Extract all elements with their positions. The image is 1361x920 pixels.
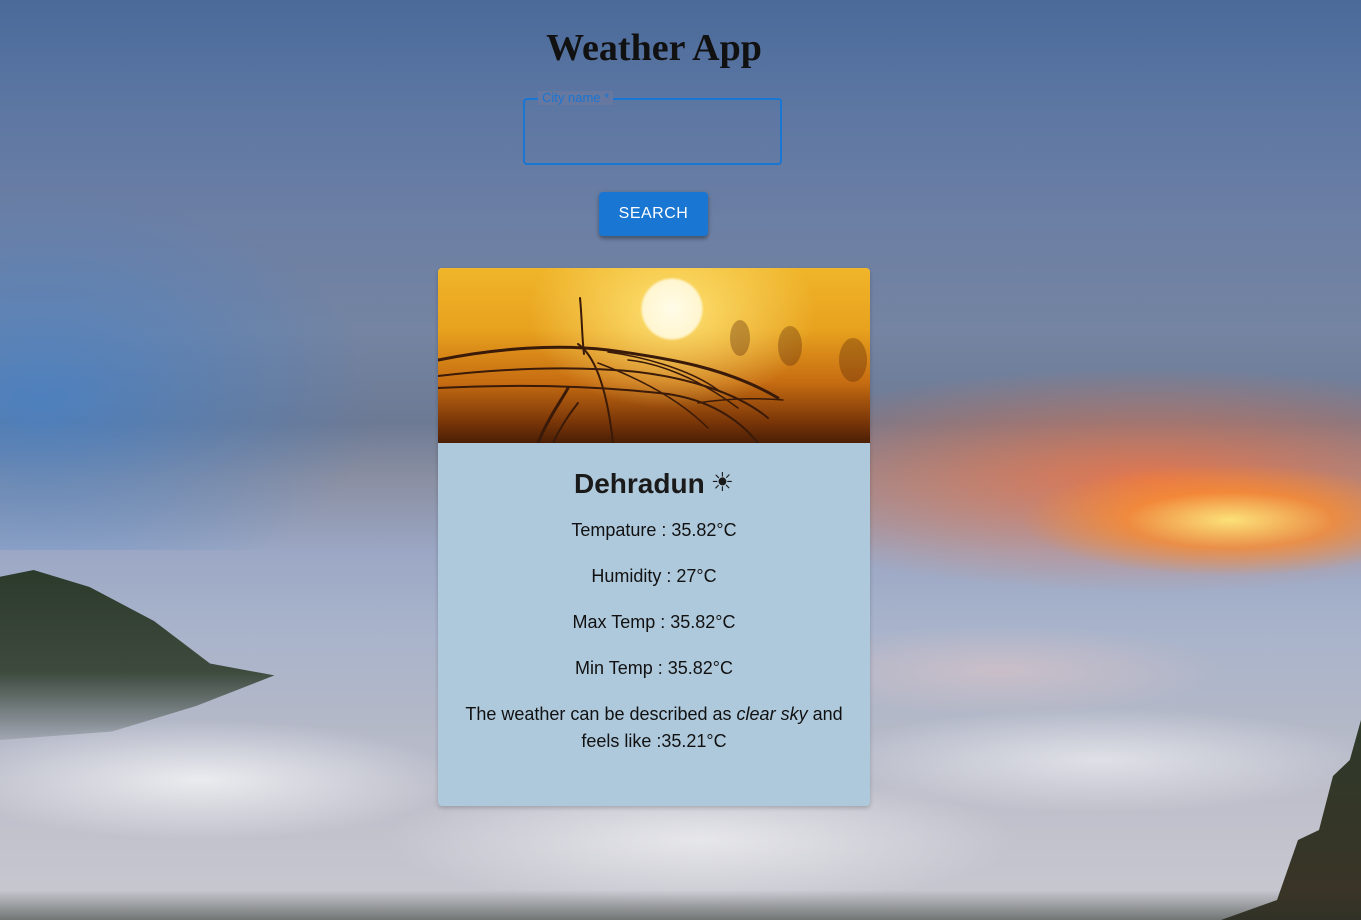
temperature-text: Tempature : 35.82°C — [571, 520, 737, 540]
city-name-input[interactable] — [525, 100, 780, 163]
page-title: Weather App — [546, 27, 762, 69]
humidity-text: Humidity : 27°C — [591, 566, 717, 586]
city-name: Dehradun — [574, 468, 705, 499]
weather-description: The weather can be described as clear sk… — [464, 701, 844, 755]
weather-card-body: Dehradun ☀ Tempature : 35.82°C Humidity :… — [438, 465, 870, 755]
max-temp-text: Max Temp : 35.82°C — [572, 612, 736, 632]
min-temp-text: Min Temp : 35.82°C — [575, 658, 733, 678]
city-title: Dehradun ☀ — [438, 465, 870, 501]
weather-card-image — [438, 268, 870, 443]
description-prefix: The weather can be described as — [465, 704, 732, 724]
grass-silhouette — [438, 297, 867, 443]
weather-card: Dehradun ☀ Tempature : 35.82°C Humidity :… — [438, 268, 870, 806]
city-name-field[interactable]: City name * — [523, 91, 782, 165]
background-glow — [0, 150, 500, 550]
sun-icon: ☀ — [710, 467, 734, 497]
description-value: clear sky — [736, 704, 808, 724]
search-button[interactable]: SEARCH — [599, 192, 708, 236]
background-treeline — [0, 890, 1361, 920]
